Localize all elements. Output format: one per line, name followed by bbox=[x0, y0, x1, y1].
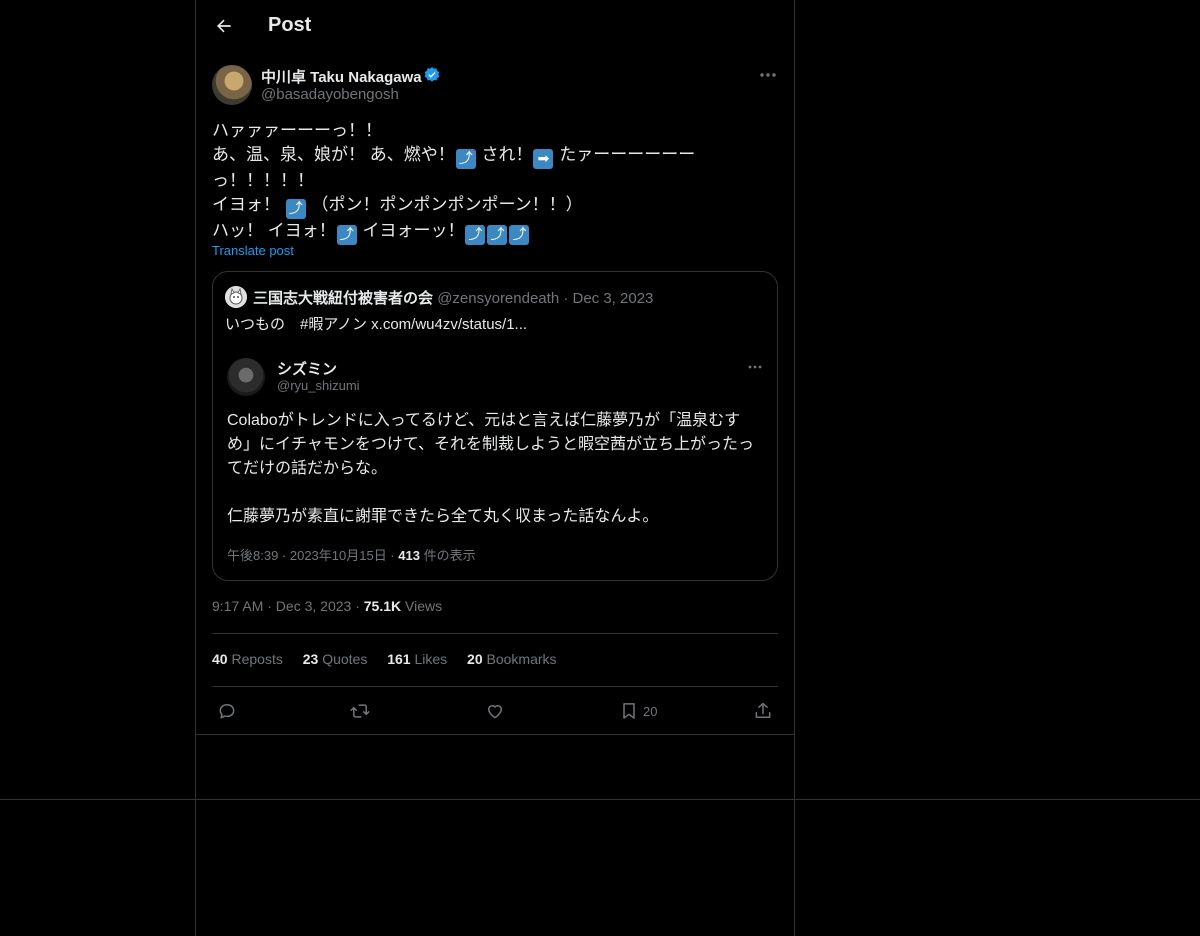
embedded-author-handle: @ryu_shizumi bbox=[277, 378, 360, 393]
embedded-author-name: シズミン bbox=[277, 361, 338, 378]
embedded-post-meta: 午後8:39 · 2023年10月15日 · 413 件の表示 bbox=[227, 548, 476, 563]
bookmark-button[interactable]: 20 bbox=[619, 700, 657, 722]
reply-icon bbox=[219, 704, 235, 719]
bookmark-count: 20 bbox=[643, 703, 658, 719]
share-button[interactable] bbox=[753, 700, 773, 722]
heart-icon bbox=[488, 705, 502, 719]
reply-button[interactable] bbox=[217, 700, 237, 722]
up-arrow-emoji-icon: ⤴ bbox=[487, 225, 508, 245]
page-title: Post bbox=[268, 14, 312, 36]
bookmarks-stat[interactable]: 20 Bookmarks bbox=[467, 651, 557, 667]
repost-button[interactable] bbox=[350, 700, 370, 722]
tweet-line: イヨォ！ ⤴ （ポン！ポンポンポンポーン！！） bbox=[212, 195, 583, 219]
up-arrow-emoji-icon: ⤴ bbox=[509, 225, 530, 245]
up-arrow-emoji-icon: ⤴ bbox=[465, 225, 486, 245]
tweet-text: ハァァァーーーっ！！ あ、温、泉、娘が！ あ、燃や！ ⤴ され！ ➡ たァーーーーー… bbox=[212, 119, 712, 245]
reposts-stat[interactable]: 40 Reposts bbox=[212, 651, 283, 667]
post-timestamp: 9:17 AM · Dec 3, 2023 · 75.1K Views bbox=[212, 598, 443, 614]
embedded-line: てだけの話だからな。 bbox=[227, 460, 388, 477]
right-arrow-emoji-icon: ➡ bbox=[533, 149, 554, 169]
embedded-line: Colaboがトレンドに入ってるけど、元はと言えば仁藤夢乃が「温泉むす bbox=[227, 412, 741, 429]
post-column: Post 中川卓 Taku Nakagawa @basadayobengosh … bbox=[196, 0, 794, 735]
post-header: Post bbox=[196, 0, 794, 54]
author-handle[interactable]: @basadayobengosh bbox=[261, 86, 399, 103]
stats-divider-top bbox=[212, 633, 778, 634]
bottom-divider bbox=[0, 799, 1200, 800]
more-options-button[interactable] bbox=[756, 66, 780, 84]
embedded-line: め」にイチャモンをつけて、それを制裁しようと暇空茜が立ち上がったっ bbox=[227, 436, 755, 453]
engagement-stats: 40 Reposts 23 Quotes 161 Likes 20 Bookma… bbox=[212, 651, 573, 667]
embedded-line: 仁藤夢乃が素直に謝罪できたら全て丸く収まった話なんよ。 bbox=[227, 508, 659, 525]
author-avatar[interactable] bbox=[212, 65, 252, 105]
repost-icon bbox=[350, 704, 370, 718]
quoted-author-name: 三国志大戦紐付被害者の会 bbox=[253, 290, 434, 307]
cat-avatar-icon bbox=[225, 286, 247, 308]
tweet-line: ハッ！ イヨォ！ ⤴ イヨォーッ！ ⤴ ⤴ ⤴ bbox=[212, 219, 712, 245]
quoted-author-avatar bbox=[225, 286, 247, 308]
quoted-post-text: いつもの #暇アノン x.com/wu4zv/status/1... bbox=[225, 316, 528, 333]
up-arrow-emoji-icon: ⤴ bbox=[336, 225, 357, 245]
embedded-more-icon bbox=[743, 360, 767, 374]
embedded-author-avatar bbox=[227, 358, 265, 396]
quoted-author-meta: @zensyorendeath · Dec 3, 2023 bbox=[437, 290, 654, 307]
author-name[interactable]: 中川卓 Taku Nakagawa bbox=[261, 66, 422, 87]
tweet-line: っ！！！！！ bbox=[212, 171, 314, 190]
stats-divider-bottom bbox=[212, 686, 778, 687]
back-button[interactable] bbox=[210, 12, 238, 40]
back-arrow-icon bbox=[217, 19, 231, 33]
like-button[interactable] bbox=[485, 700, 505, 722]
likes-stat[interactable]: 161 Likes bbox=[387, 651, 447, 667]
up-arrow-emoji-icon: ⤴ bbox=[285, 199, 306, 219]
bookmark-icon bbox=[623, 703, 635, 719]
tweet-line: ハァァァーーーっ！！ bbox=[212, 121, 382, 140]
quoted-post-card[interactable]: 三国志大戦紐付被害者の会 @zensyorendeath · Dec 3, 20… bbox=[212, 271, 778, 581]
tweet-line: あ、温、泉、娘が！ あ、燃や！ ⤴ され！ ➡ たァーーーーーー bbox=[212, 145, 696, 169]
translate-post-link[interactable]: Translate post bbox=[212, 243, 294, 258]
share-icon bbox=[755, 702, 771, 718]
right-column-border bbox=[794, 0, 795, 936]
more-dots-icon bbox=[760, 73, 776, 77]
embedded-post-text: Colaboがトレンドに入ってるけど、元はと言えば仁藤夢乃が「温泉むす め」にイ… bbox=[227, 409, 767, 529]
quotes-stat[interactable]: 23 Quotes bbox=[303, 651, 368, 667]
quoted-post-header: 三国志大戦紐付被害者の会 @zensyorendeath · Dec 3, 20… bbox=[253, 287, 653, 308]
verified-badge-icon bbox=[424, 67, 440, 82]
up-arrow-emoji-icon: ⤴ bbox=[455, 149, 476, 169]
